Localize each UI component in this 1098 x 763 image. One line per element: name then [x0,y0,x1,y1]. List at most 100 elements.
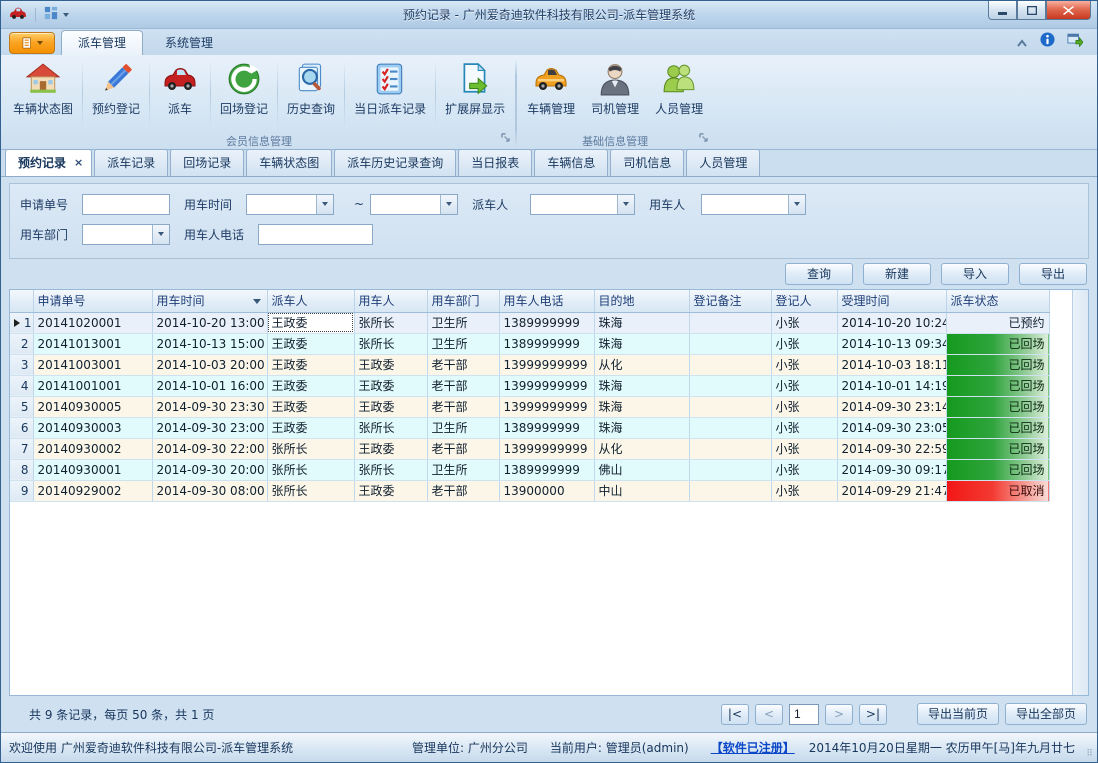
cell-user[interactable]: 王政委 [354,438,427,459]
row-selector[interactable]: 5 [10,396,33,417]
cell-registrar[interactable]: 小张 [771,312,837,333]
cell-status[interactable]: 已回场 [946,375,1049,396]
vertical-scrollbar[interactable] [1072,290,1088,695]
next-page-button[interactable]: > [825,704,853,725]
layout-icon[interactable] [44,5,58,24]
column-header-用车时间[interactable]: 用车时间 [152,290,267,312]
cell-dispatcher[interactable]: 王政委 [267,312,354,333]
doc-tab-派车历史记录查询[interactable]: 派车历史记录查询 [334,149,456,176]
cell-dest[interactable]: 珠海 [594,417,689,438]
ribbon-button-历史查询[interactable]: 历史查询 [279,57,343,132]
cell-phone[interactable]: 13999999999 [499,375,594,396]
cell-dispatcher[interactable]: 王政委 [267,333,354,354]
新建-button[interactable]: 新建 [863,263,931,285]
cell-dest[interactable]: 中山 [594,480,689,501]
cell-dept[interactable]: 老干部 [427,396,499,417]
column-header-派车状态[interactable]: 派车状态 [946,290,1049,312]
cell-phone[interactable]: 1389999999 [499,312,594,333]
cell-dest[interactable]: 珠海 [594,396,689,417]
cell-dest[interactable]: 珠海 [594,333,689,354]
cell-registrar[interactable]: 小张 [771,333,837,354]
table-row[interactable]: 7201409300022014-09-30 22:00张所长王政委老干部139… [10,438,1049,459]
switch-window-icon[interactable] [1067,32,1083,51]
cell-order_no[interactable]: 20140930002 [33,438,152,459]
cell-note[interactable] [689,312,771,333]
cell-phone[interactable]: 13999999999 [499,438,594,459]
page-number-input[interactable] [789,704,819,725]
info-icon[interactable] [1040,32,1055,51]
ribbon-button-人员管理[interactable]: 人员管理 [647,57,711,132]
cell-accept_time[interactable]: 2014-09-30 22:59 [837,438,946,459]
cell-use_time[interactable]: 2014-10-20 13:00 [152,312,267,333]
cell-status[interactable]: 已回场 [946,438,1049,459]
cell-accept_time[interactable]: 2014-10-01 14:19 [837,375,946,396]
cell-accept_time[interactable]: 2014-10-13 09:34 [837,333,946,354]
cell-accept_time[interactable]: 2014-09-30 23:14 [837,396,946,417]
cell-phone[interactable]: 13999999999 [499,354,594,375]
close-button[interactable] [1046,1,1091,20]
doc-tab-司机信息[interactable]: 司机信息 [610,149,684,176]
cell-dest[interactable]: 从化 [594,354,689,375]
filter-combo-用车部门[interactable] [82,224,170,245]
title-bar[interactable]: 预约记录 - 广州爱奇迪软件科技有限公司-派车管理系统 [1,1,1097,29]
doc-tab-预约记录[interactable]: 预约记录× [5,149,92,176]
cell-dispatcher[interactable]: 王政委 [267,354,354,375]
cell-accept_time[interactable]: 2014-10-03 18:11 [837,354,946,375]
filter-combo-派车人[interactable] [530,194,635,215]
cell-accept_time[interactable]: 2014-09-29 21:47 [837,480,946,501]
previous-page-button[interactable]: < [755,704,783,725]
ribbon-button-当日派车记录[interactable]: 当日派车记录 [346,57,434,132]
ribbon-tab-派车管理[interactable]: 派车管理 [61,30,143,55]
cell-user[interactable]: 张所长 [354,333,427,354]
cell-dept[interactable]: 卫生所 [427,417,499,438]
cell-dispatcher[interactable]: 张所长 [267,438,354,459]
resize-grip[interactable]: ⠿ [1086,749,1094,759]
cell-order_no[interactable]: 20140930005 [33,396,152,417]
cell-user[interactable]: 王政委 [354,480,427,501]
cell-accept_time[interactable]: 2014-10-20 10:24 [837,312,946,333]
row-selector[interactable]: 2 [10,333,33,354]
row-selector[interactable]: 7 [10,438,33,459]
export-all-pages-button[interactable]: 导出全部页 [1005,703,1087,725]
cell-dispatcher[interactable]: 张所长 [267,459,354,480]
cell-order_no[interactable]: 20140929002 [33,480,152,501]
cell-note[interactable] [689,333,771,354]
cell-registrar[interactable]: 小张 [771,417,837,438]
cell-note[interactable] [689,417,771,438]
cell-note[interactable] [689,396,771,417]
cell-use_time[interactable]: 2014-10-01 16:00 [152,375,267,396]
cell-phone[interactable]: 1389999999 [499,333,594,354]
cell-status[interactable]: 已回场 [946,354,1049,375]
first-page-button[interactable]: |< [721,704,749,725]
row-selector[interactable]: 9 [10,480,33,501]
ribbon-button-回场登记[interactable]: 回场登记 [212,57,276,132]
cell-status[interactable]: 已取消 [946,480,1049,501]
doc-tab-车辆信息[interactable]: 车辆信息 [534,149,608,176]
last-page-button[interactable]: >| [859,704,887,725]
column-header-受理时间[interactable]: 受理时间 [837,290,946,312]
column-header-申请单号[interactable]: 申请单号 [33,290,152,312]
row-indicator-header[interactable] [10,290,33,312]
column-header-登记备注[interactable]: 登记备注 [689,290,771,312]
cell-dispatcher[interactable]: 王政委 [267,417,354,438]
table-row[interactable]: 1201410200012014-10-20 13:00王政委张所长卫生所138… [10,312,1049,333]
cell-status[interactable]: 已回场 [946,333,1049,354]
cell-status[interactable]: 已回场 [946,459,1049,480]
cell-order_no[interactable]: 20141001001 [33,375,152,396]
filter-combo-用车时间[interactable] [246,194,334,215]
filter-input-用车人电话[interactable] [258,224,373,245]
cell-user[interactable]: 张所长 [354,417,427,438]
cell-order_no[interactable]: 20141003001 [33,354,152,375]
cell-registrar[interactable]: 小张 [771,480,837,501]
cell-dispatcher[interactable]: 王政委 [267,375,354,396]
column-header-登记人[interactable]: 登记人 [771,290,837,312]
doc-tab-当日报表[interactable]: 当日报表 [458,149,532,176]
cell-user[interactable]: 王政委 [354,375,427,396]
ribbon-button-派车[interactable]: 派车 [151,57,209,132]
toolbar-dropdown-icon[interactable] [63,13,69,17]
collapse-ribbon-icon[interactable] [1016,32,1028,51]
cell-dest[interactable]: 从化 [594,438,689,459]
cell-use_time[interactable]: 2014-09-30 23:30 [152,396,267,417]
导出-button[interactable]: 导出 [1019,263,1087,285]
cell-registrar[interactable]: 小张 [771,459,837,480]
